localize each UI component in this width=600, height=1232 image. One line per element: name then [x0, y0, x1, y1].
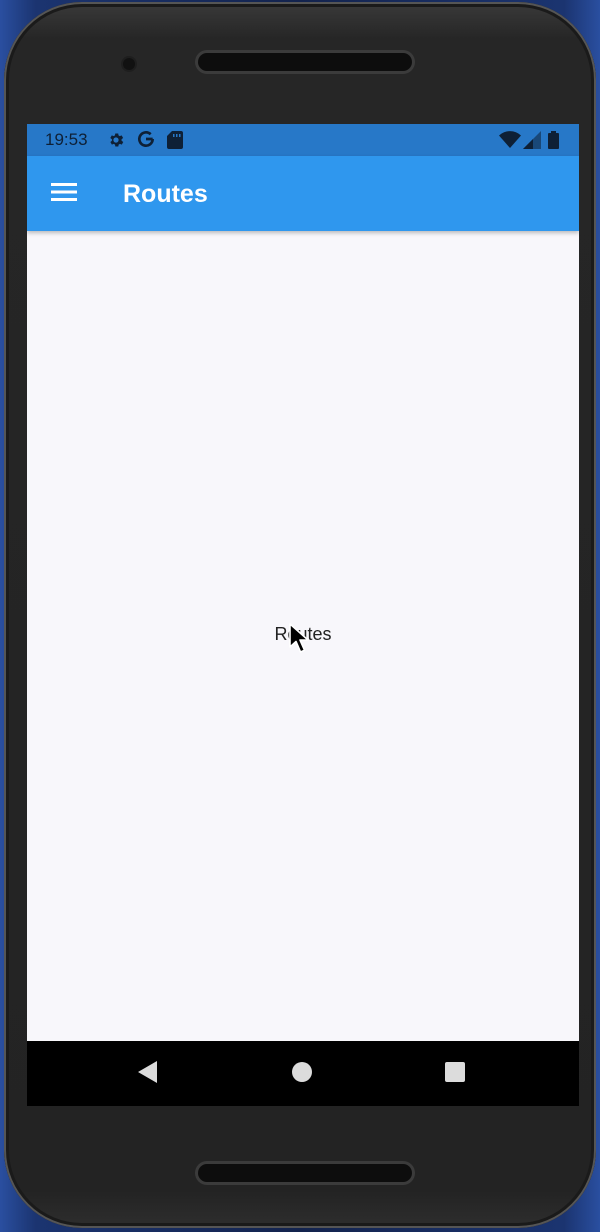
back-icon	[138, 1060, 158, 1088]
hamburger-menu-icon	[51, 182, 77, 207]
recents-icon	[445, 1061, 465, 1087]
status-bar: 19:53	[27, 124, 579, 156]
google-icon	[136, 129, 156, 149]
status-time: 19:53	[45, 130, 88, 149]
signal-icon	[523, 131, 541, 149]
bottom-speaker	[198, 1164, 412, 1182]
top-speaker	[198, 53, 412, 71]
front-camera	[123, 58, 135, 70]
device-screen: 19:53 Routes Routes	[27, 124, 579, 1106]
wifi-icon	[499, 131, 521, 149]
recents-button[interactable]	[442, 1061, 468, 1087]
system-nav-bar	[27, 1041, 579, 1106]
battery-icon	[548, 131, 559, 149]
home-icon	[292, 1061, 312, 1087]
sd-card-icon	[167, 131, 183, 149]
back-button[interactable]	[135, 1060, 161, 1088]
app-bar: Routes	[27, 156, 579, 231]
menu-button[interactable]	[43, 174, 85, 214]
mouse-cursor-icon	[289, 623, 311, 660]
home-button[interactable]	[289, 1061, 315, 1087]
page-title: Routes	[123, 180, 208, 208]
gear-icon	[107, 131, 125, 149]
